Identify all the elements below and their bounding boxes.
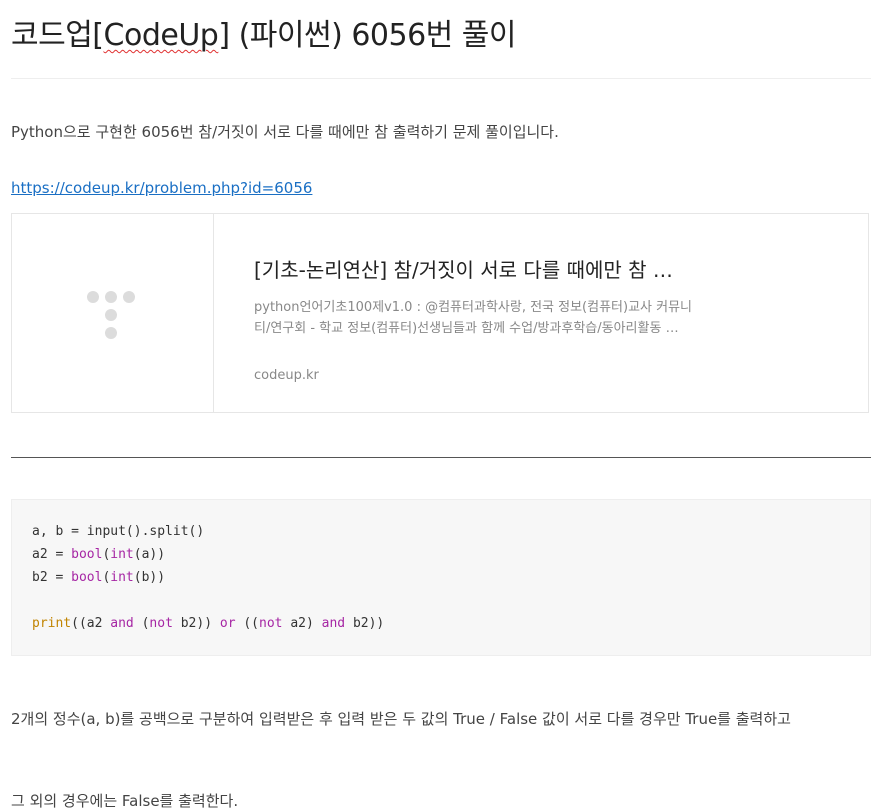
codeup-logo-icon <box>87 291 135 339</box>
page-title: 코드업[CodeUp] (파이썬) 6056번 풀이 <box>11 18 516 53</box>
link-preview-title: [기초-논리연산] 참/거짓이 서로 다를 때에만 참 … <box>254 258 673 282</box>
intro-text: Python으로 구현한 6056번 참/거짓이 서로 다를 때에만 참 출력하… <box>11 123 559 141</box>
link-preview-card[interactable]: [기초-논리연산] 참/거짓이 서로 다를 때에만 참 … python언어기초… <box>11 213 869 413</box>
code-block: a, b = input().split() a2 = bool(int(a))… <box>11 499 871 656</box>
code-line: a, b = input().split() <box>32 524 205 539</box>
link-preview-thumbnail <box>12 214 214 412</box>
blog-post: 코드업[CodeUp] (파이썬) 6056번 풀이 Python으로 구현한 … <box>0 0 884 812</box>
spellcheck-word: CodeUp <box>103 18 219 53</box>
code-line: a2 = bool(int(a)) <box>32 547 166 562</box>
code-line: b2 = bool(int(b)) <box>32 570 166 585</box>
link-preview-description: python언어기초100제v1.0 : @컴퓨터과학사랑, 전국 정보(컴퓨터… <box>254 300 693 336</box>
link-preview-domain: codeup.kr <box>254 368 319 383</box>
title-divider <box>11 78 871 79</box>
description-paragraph: 2개의 정수(a, b)를 공백으로 구분하여 입력받은 후 입력 받은 두 값… <box>11 710 791 728</box>
problem-link[interactable]: https://codeup.kr/problem.php?id=6056 <box>11 179 312 197</box>
description-paragraph-2: 그 외의 경우에는 False를 출력한다. <box>11 792 239 810</box>
horizontal-rule <box>11 457 871 458</box>
code-line: print((a2 and (not b2)) or ((not a2) and… <box>32 616 385 631</box>
